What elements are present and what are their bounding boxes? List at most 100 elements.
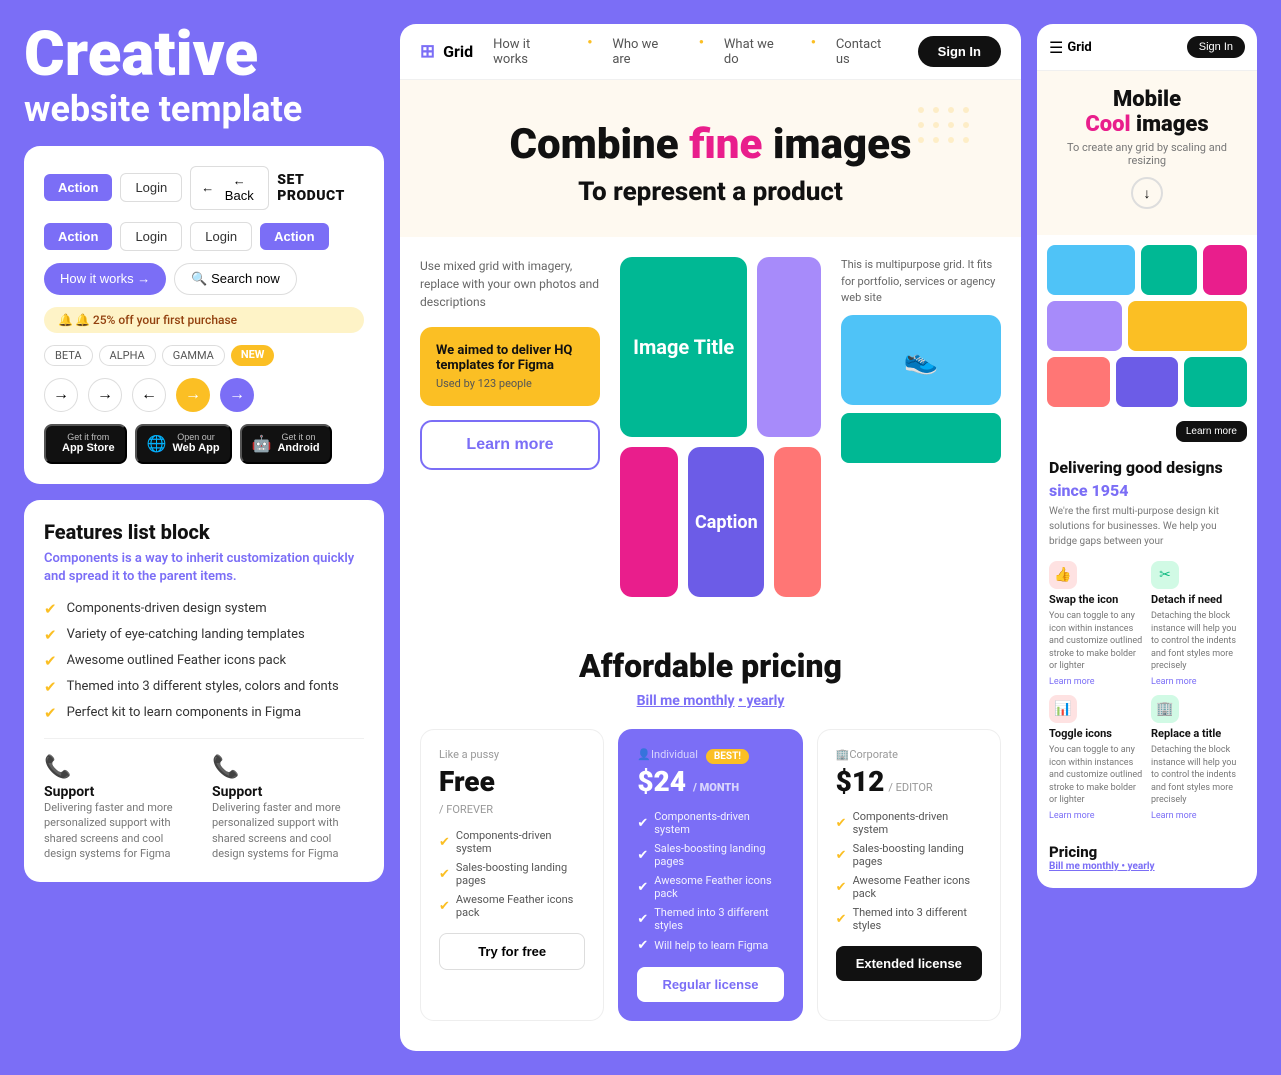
mobile-learn-more-button[interactable]: Learn more: [1176, 421, 1247, 442]
back-arrow-icon: ←: [201, 180, 214, 195]
how-it-works-button[interactable]: How it works →: [44, 263, 166, 295]
grid-row-2: Caption: [620, 447, 821, 597]
salmon-cell: [774, 447, 821, 597]
detach-learn-more[interactable]: Learn more: [1151, 677, 1245, 687]
app-store-button[interactable]: Get it from App Store: [44, 424, 127, 464]
support-desc-1: Delivering faster and more personalized …: [44, 800, 196, 862]
features-title: Features list block: [44, 520, 364, 544]
right-panel: ☰ Grid Sign In Mobile Cool images To cre…: [1037, 24, 1257, 888]
action-button-2[interactable]: Action: [44, 223, 112, 250]
check-icon: ✔: [836, 816, 847, 831]
right-nav: ☰ Grid Sign In: [1037, 24, 1257, 71]
corp-features: ✔ Components-driven system ✔ Sales-boost…: [836, 810, 982, 932]
mobile-grid-row-3: [1047, 357, 1247, 407]
grid-cell-purple: [1047, 301, 1122, 351]
web-app-button[interactable]: 🌐 Open our Web App: [135, 424, 232, 464]
check-icon: ✔: [637, 848, 648, 863]
nav-signin-button[interactable]: Sign In: [918, 36, 1001, 67]
right-feature-1: 👍 Swap the icon You can toggle to any ic…: [1049, 561, 1143, 687]
swap-learn-more[interactable]: Learn more: [1049, 677, 1143, 687]
pink-cell: [620, 447, 678, 597]
toggle-learn-more[interactable]: Learn more: [1049, 811, 1143, 821]
replace-learn-more[interactable]: Learn more: [1151, 811, 1245, 821]
free-feature-2: ✔ Sales-boosting landing pages: [439, 861, 585, 887]
try-free-button[interactable]: Try for free: [439, 933, 585, 970]
learn-more-button[interactable]: Learn more: [420, 420, 600, 470]
feature-item-4: ✔ Themed into 3 different styles, colors…: [44, 678, 364, 696]
detach-title: Detach if need: [1151, 593, 1245, 606]
support-title-2: Support: [212, 784, 364, 800]
middle-panel: ⊞ Grid How it works ● Who we are ● What …: [400, 24, 1021, 1051]
login-button-3[interactable]: Login: [190, 222, 252, 251]
individual-price: $24 / MONTH: [637, 765, 783, 798]
grid-cell-teal: [1141, 245, 1196, 295]
nav-who-we-are[interactable]: Who we are: [612, 37, 679, 67]
web-icon: 🌐: [147, 434, 167, 454]
nav-how-it-works[interactable]: How it works: [493, 37, 567, 67]
nav-links: How it works ● Who we are ● What we do ●…: [493, 37, 898, 67]
corp-feature-3: ✔ Awesome Feather icons pack: [836, 874, 982, 900]
action-button-3[interactable]: Action: [260, 223, 328, 250]
toggle-icon: 📊: [1049, 695, 1077, 723]
green-rect: [841, 413, 1001, 463]
best-badge: BEST!: [706, 749, 749, 764]
free-feature-1: ✔ Components-driven system: [439, 829, 585, 855]
right-feature-2: ✂ Detach if need Detaching the block ins…: [1151, 561, 1245, 687]
features-card: Features list block Components is a way …: [24, 500, 384, 882]
btn-row-1: Action Login ← ← Back SET PRODUCT: [44, 166, 364, 210]
ind-feature-5: ✔ Will help to learn Figma: [637, 938, 783, 953]
arrow-right-2[interactable]: →: [88, 378, 122, 412]
arrow-right-1[interactable]: →: [44, 378, 78, 412]
regular-license-button[interactable]: Regular license: [637, 967, 783, 1002]
login-button-1[interactable]: Login: [120, 173, 182, 202]
grid-cell-teal-2: [1184, 357, 1247, 407]
support-icon-2: 📞: [212, 755, 364, 780]
nav-dot-3: ●: [811, 37, 816, 67]
monthly-toggle[interactable]: monthly: [683, 693, 734, 709]
support-item-1: 📞 Support Delivering faster and more per…: [44, 755, 196, 862]
arrows-row: → → ← → →: [44, 378, 364, 412]
extended-license-button[interactable]: Extended license: [836, 946, 982, 981]
individual-plan-card: 👤 Individual BEST! $24 / MONTH ✔ Compone…: [618, 729, 802, 1021]
hero-subtitle: website template: [24, 90, 384, 130]
right-pricing: Pricing Bill me monthly • yearly: [1037, 833, 1257, 872]
free-price: Free: [439, 765, 585, 798]
back-button[interactable]: ← ← Back: [190, 166, 269, 210]
android-button[interactable]: 🤖 Get it on Android: [240, 424, 332, 464]
nav-contact-us[interactable]: Contact us: [836, 37, 898, 67]
check-icon: ✔: [637, 938, 648, 953]
replace-title: Replace a title: [1151, 727, 1245, 740]
individual-plan-label: 👤: [637, 748, 651, 761]
components-card: Action Login ← ← Back SET PRODUCT Action…: [24, 146, 384, 484]
arrow-left-1[interactable]: ←: [132, 378, 166, 412]
login-button-2[interactable]: Login: [120, 222, 182, 251]
right-yearly-toggle[interactable]: yearly: [1128, 861, 1155, 872]
pricing-cards: Like a pussy Free / FOREVER ✔ Components…: [420, 729, 1001, 1021]
pricing-section: Affordable pricing Bill me monthly • yea…: [400, 617, 1021, 1051]
mobile-grid: [1037, 235, 1257, 417]
promo-box: We aimed to deliver HQ templates for Fig…: [420, 327, 600, 406]
arrow-right-outline[interactable]: →: [220, 378, 254, 412]
arrow-right-primary[interactable]: →: [176, 378, 210, 412]
mobile-hero-title-2: Cool images: [1053, 112, 1241, 137]
nav-dot-1: ●: [587, 37, 592, 67]
right-signin-button[interactable]: Sign In: [1187, 36, 1245, 58]
search-now-button[interactable]: 🔍 Search now: [174, 263, 296, 295]
free-plan-label: Like a pussy: [439, 748, 585, 761]
corp-feature-1: ✔ Components-driven system: [836, 810, 982, 836]
grid-row-1: Image Title: [620, 257, 821, 437]
download-button[interactable]: ↓: [1131, 177, 1163, 209]
android-icon: 🤖: [252, 434, 272, 454]
nav-dot-2: ●: [699, 37, 704, 67]
support-icon-1: 📞: [44, 755, 196, 780]
replace-icon: 🏢: [1151, 695, 1179, 723]
brand-tag: SET PRODUCT: [277, 172, 364, 204]
check-icon: ✔: [637, 912, 648, 927]
action-button-1[interactable]: Action: [44, 174, 112, 201]
swap-title: Swap the icon: [1049, 593, 1143, 606]
nav-what-we-do[interactable]: What we do: [724, 37, 791, 67]
mobile-grid-row-2: [1047, 301, 1247, 351]
right-pricing-title: Pricing: [1049, 843, 1245, 861]
cool-text: Cool: [1085, 112, 1130, 137]
support-title-1: Support: [44, 784, 196, 800]
